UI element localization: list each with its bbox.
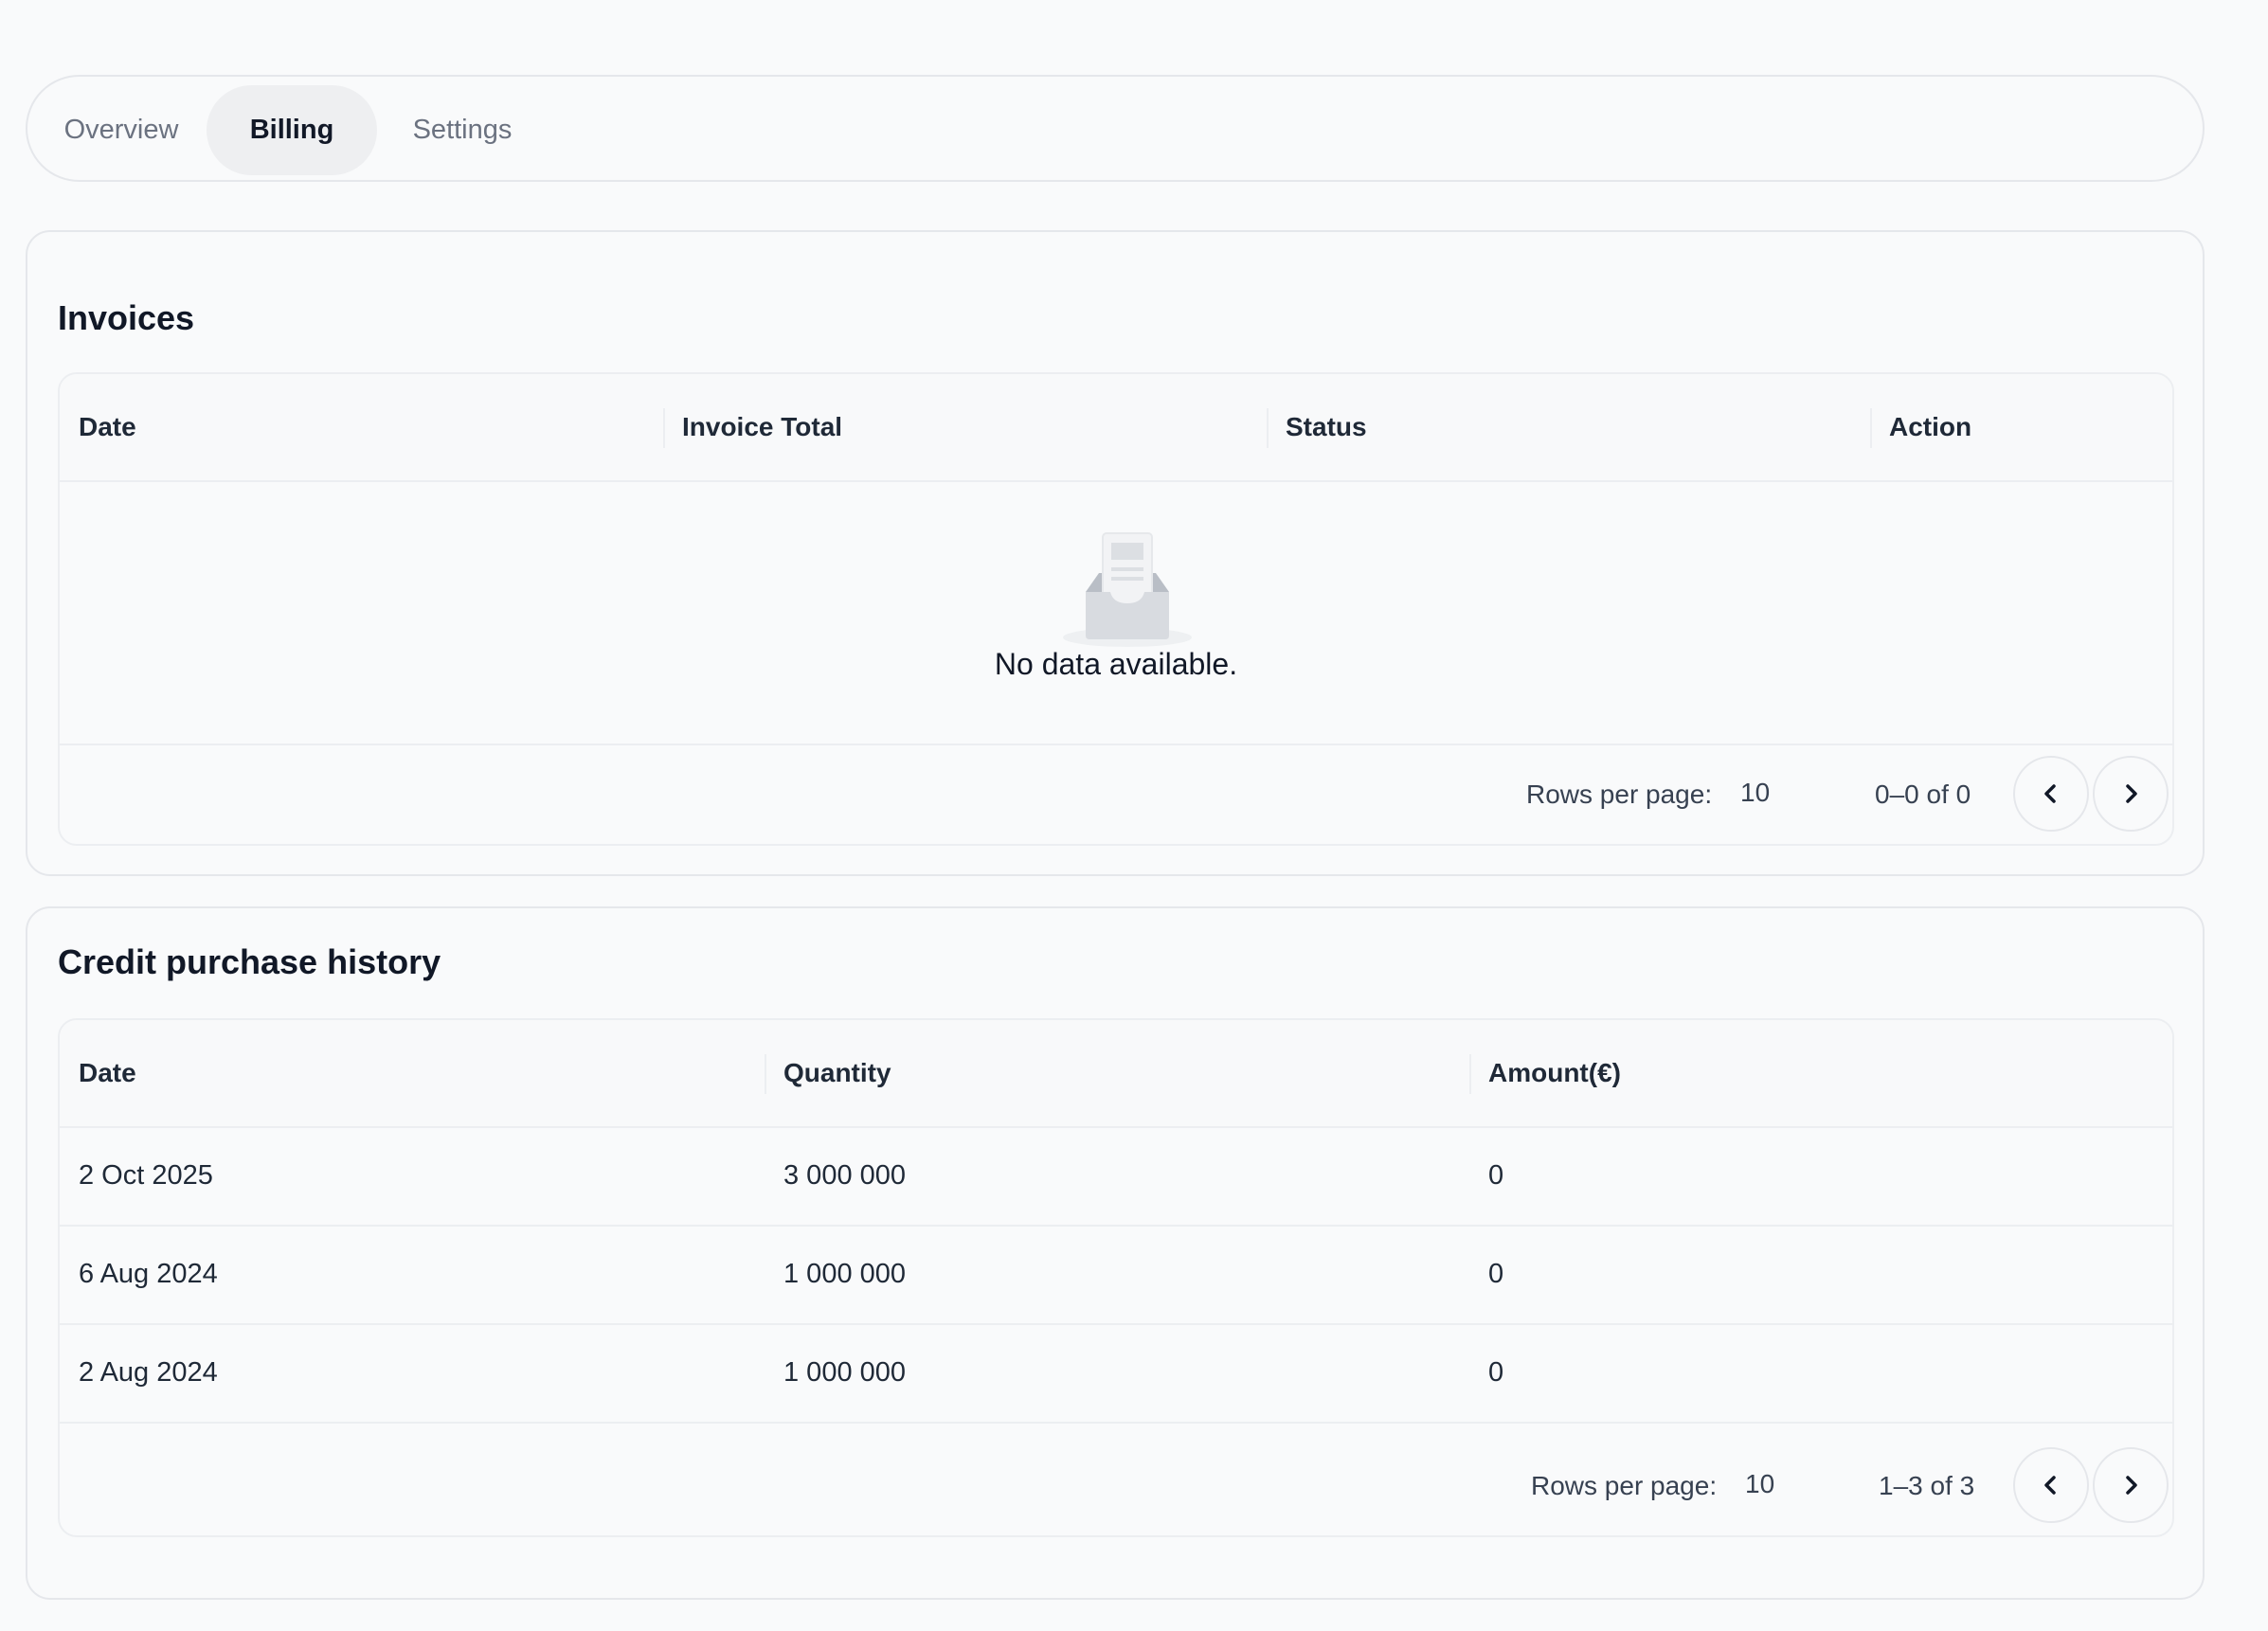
column-header-amount: Amount(€) — [1488, 1058, 1621, 1087]
invoices-pagination: Rows per page: 10 0–0 of 0 — [60, 744, 2172, 844]
rows-per-page-select[interactable]: 10 — [1740, 778, 1770, 808]
table-row: 2 Oct 2025 3 000 000 0 — [60, 1126, 2172, 1227]
tab-billing[interactable]: Billing — [207, 85, 377, 175]
cell-amount: 0 — [1488, 1357, 1504, 1388]
cell-date: 2 Aug 2024 — [79, 1357, 218, 1388]
column-header-date: Date — [79, 1058, 136, 1087]
tab-bar: Overview Billing Settings — [26, 75, 2205, 182]
rows-per-page-select[interactable]: 10 — [1745, 1469, 1774, 1499]
credit-history-table-header: Date Quantity Amount(€) — [60, 1020, 2172, 1128]
cell-amount: 0 — [1488, 1160, 1504, 1191]
column-header-status: Status — [1286, 412, 1367, 441]
cell-amount: 0 — [1488, 1259, 1504, 1289]
invoices-card: Invoices Date Invoice Total Status Actio… — [26, 230, 2205, 876]
cell-date: 6 Aug 2024 — [79, 1259, 218, 1289]
page-range-text: 1–3 of 3 — [1879, 1471, 1975, 1500]
tab-overview[interactable]: Overview — [36, 85, 207, 175]
table-row: 2 Aug 2024 1 000 000 0 — [60, 1323, 2172, 1424]
table-row: 6 Aug 2024 1 000 000 0 — [60, 1225, 2172, 1325]
next-page-button[interactable] — [2093, 756, 2169, 832]
invoices-title: Invoices — [58, 298, 195, 337]
chevron-left-icon — [2044, 784, 2056, 803]
credit-history-pagination: Rows per page: 10 1–3 of 3 — [60, 1437, 2172, 1535]
credit-history-table: Date Quantity Amount(€) 2 Oct 2025 3 000… — [58, 1018, 2174, 1537]
chevron-left-icon — [2044, 1476, 2056, 1495]
next-page-button[interactable] — [2093, 1447, 2169, 1523]
cell-quantity: 1 000 000 — [783, 1357, 907, 1388]
cell-quantity: 1 000 000 — [783, 1259, 907, 1289]
previous-page-button[interactable] — [2013, 1447, 2089, 1523]
column-header-action: Action — [1889, 412, 1972, 441]
column-header-invoice-total: Invoice Total — [682, 412, 843, 441]
chevron-right-icon — [2126, 1476, 2137, 1495]
rows-per-page-label: Rows per page: — [1526, 780, 1713, 809]
invoices-table: Date Invoice Total Status Action No data… — [58, 372, 2174, 846]
chevron-right-icon — [2126, 784, 2137, 803]
page-range-text: 0–0 of 0 — [1875, 780, 1971, 809]
empty-inbox-icon — [1063, 532, 1192, 647]
previous-page-button[interactable] — [2013, 756, 2089, 832]
cell-quantity: 3 000 000 — [783, 1160, 907, 1191]
empty-state-text: No data available. — [994, 647, 1238, 681]
cell-date: 2 Oct 2025 — [79, 1160, 213, 1191]
column-header-quantity: Quantity — [783, 1058, 891, 1087]
credit-history-card: Credit purchase history Date Quantity Am… — [26, 906, 2205, 1600]
credit-history-title: Credit purchase history — [58, 942, 441, 981]
column-header-date: Date — [79, 412, 136, 441]
tab-settings[interactable]: Settings — [377, 85, 548, 175]
invoices-table-header: Date Invoice Total Status Action — [60, 374, 2172, 482]
rows-per-page-label: Rows per page: — [1531, 1471, 1718, 1500]
